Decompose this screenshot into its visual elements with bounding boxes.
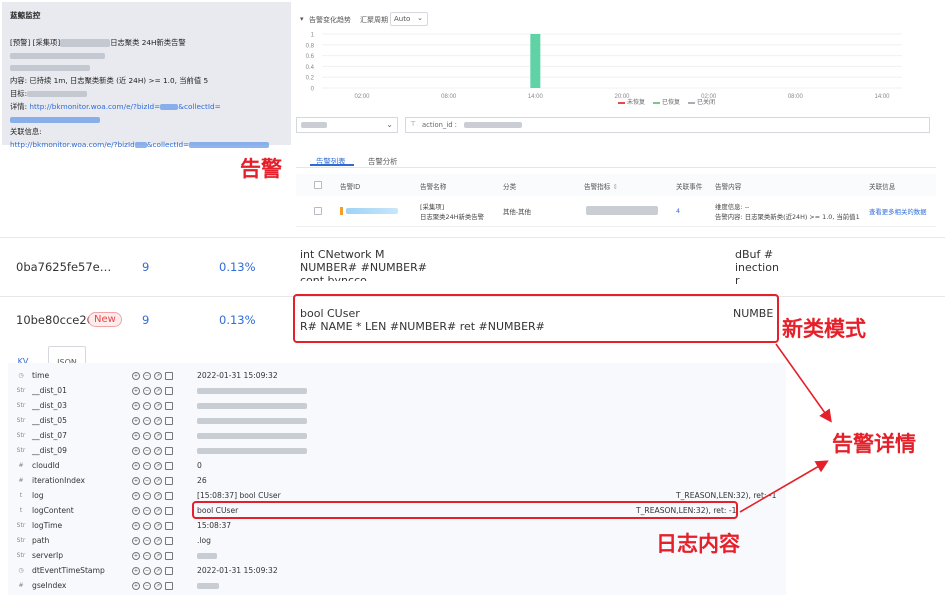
arrow-to-log-content [739, 460, 829, 513]
annotation-arrows [739, 343, 832, 513]
arrow-to-alert-detail [775, 343, 832, 423]
